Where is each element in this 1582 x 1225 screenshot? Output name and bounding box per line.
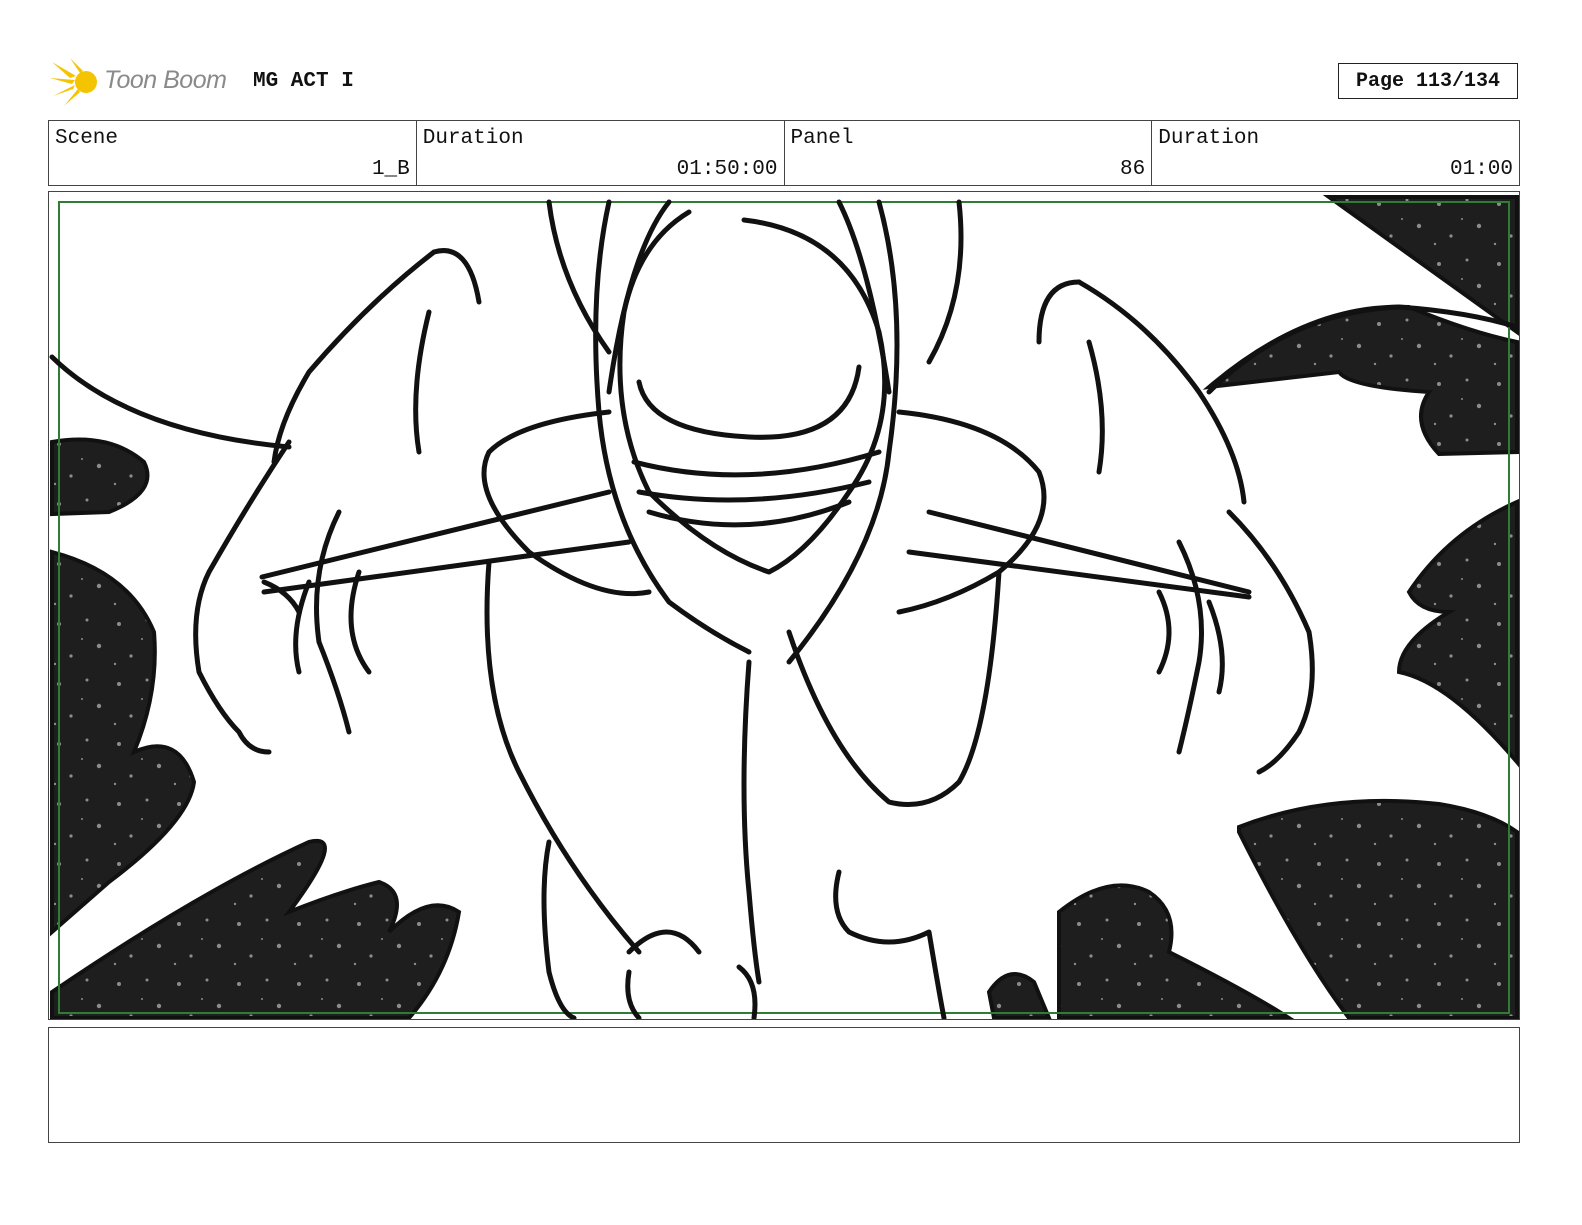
panel-sketch (49, 195, 1519, 1019)
scene-duration-value: 01:50:00 (676, 158, 778, 181)
logo-text: Toon Boom (104, 66, 227, 94)
storyboard-panel (48, 191, 1520, 1020)
panel-duration-label: Duration (1158, 127, 1260, 150)
panel-notes-box (48, 1027, 1520, 1143)
scene-duration-label: Duration (422, 127, 524, 150)
panel-label: Panel (790, 127, 854, 150)
project-title: MG ACT I (253, 70, 354, 93)
scene-duration-cell: Duration 01:50:00 (417, 121, 785, 185)
panel-info-table: Scene 1_B Duration 01:50:00 Panel 86 Dur… (48, 120, 1520, 186)
panel-duration-value: 01:00 (1449, 158, 1513, 181)
starburst-icon (50, 58, 97, 106)
scene-cell: Scene 1_B (49, 121, 417, 185)
panel-duration-cell: Duration 01:00 (1152, 121, 1519, 185)
toon-boom-logo: Toon Boom (50, 56, 240, 108)
scene-label: Scene (55, 127, 119, 150)
panel-value: 86 (1120, 158, 1146, 181)
scene-value: 1_B (371, 158, 410, 181)
panel-cell: Panel 86 (785, 121, 1153, 185)
page-indicator: Page 113/134 (1338, 63, 1518, 99)
